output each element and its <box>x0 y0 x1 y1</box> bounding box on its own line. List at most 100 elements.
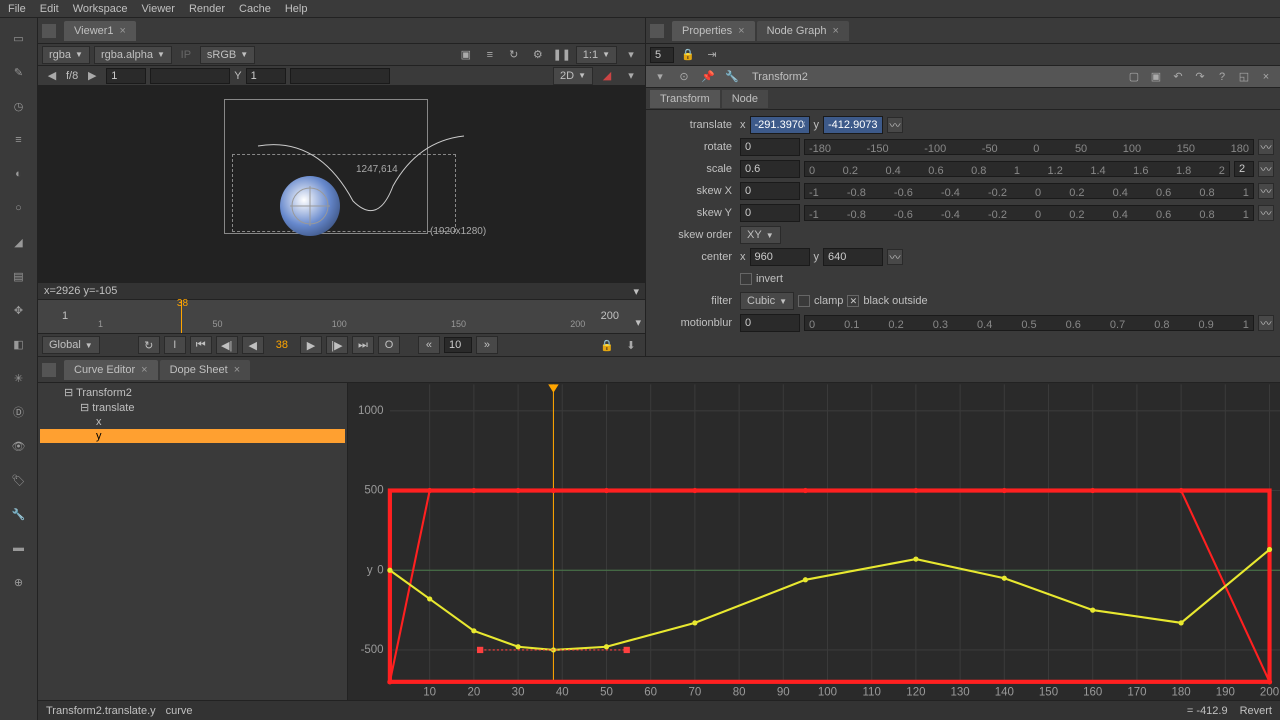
skewy-anim-button[interactable]: 〰 <box>1258 205 1274 221</box>
alpha-dropdown[interactable]: rgba.alpha▼ <box>94 46 172 64</box>
skewx-input[interactable] <box>740 182 800 200</box>
close-node-icon[interactable]: × <box>1256 68 1276 86</box>
first-frame-button[interactable]: ⏮ <box>190 336 212 354</box>
close-icon[interactable]: × <box>738 25 744 37</box>
clip-icon[interactable]: ▣ <box>456 46 476 64</box>
tree-node-y[interactable]: y <box>40 429 345 443</box>
tool-filter[interactable]: ○ <box>9 198 29 218</box>
panel-grip-icon[interactable] <box>42 363 56 377</box>
play-button[interactable]: ▶ <box>300 336 322 354</box>
colorspace-dropdown[interactable]: sRGB▼ <box>200 46 255 64</box>
viewer-mode-dropdown[interactable]: 2D▼ <box>553 67 593 85</box>
playback-mode-dropdown[interactable]: Global▼ <box>42 336 100 354</box>
tree-node-x[interactable]: x <box>40 415 345 429</box>
tool-keyer[interactable]: ◢ <box>9 232 29 252</box>
menu-workspace[interactable]: Workspace <box>73 3 128 15</box>
chevron-down-icon[interactable]: ▾ <box>621 46 641 64</box>
tab-viewer1[interactable]: Viewer1 × <box>64 21 136 41</box>
tool-channel[interactable]: ≡ <box>9 130 29 150</box>
chevron-down-icon[interactable]: ▾ <box>635 316 641 329</box>
close-icon[interactable]: × <box>141 364 147 376</box>
zoom-dropdown[interactable]: 1:1▼ <box>576 46 617 64</box>
last-frame-button[interactable]: ⏭ <box>352 336 374 354</box>
skip-back-button[interactable]: « <box>418 336 440 354</box>
menu-edit[interactable]: Edit <box>40 3 59 15</box>
motionblur-slider[interactable]: 00.10.20.30.40.50.60.70.80.91 <box>804 315 1254 331</box>
tab-nodegraph[interactable]: Node Graph × <box>757 21 849 41</box>
loop-button[interactable]: ↻ <box>138 336 160 354</box>
timeline-playhead[interactable]: 38 <box>181 300 182 333</box>
clear-icon[interactable]: ⇥ <box>702 46 722 64</box>
pause-icon[interactable]: ❚❚ <box>552 46 572 64</box>
subtab-node[interactable]: Node <box>722 90 768 108</box>
scale-anim-button[interactable]: 〰 <box>1258 161 1274 177</box>
revert-button[interactable]: Revert <box>1240 705 1272 717</box>
panel-grip-icon[interactable] <box>650 24 664 38</box>
undo-icon[interactable]: ↶ <box>1168 68 1188 86</box>
translate-anim-button[interactable]: 〰 <box>887 117 903 133</box>
menu-help[interactable]: Help <box>285 3 308 15</box>
center-x-input[interactable] <box>750 248 810 266</box>
close-icon[interactable]: × <box>833 25 839 37</box>
translate-x-input[interactable] <box>750 116 810 134</box>
skewx-slider[interactable]: -1-0.8-0.6-0.4-0.200.20.40.60.81 <box>804 183 1254 199</box>
tool-time[interactable]: ◷ <box>9 96 29 116</box>
close-icon[interactable]: × <box>120 25 126 37</box>
menu-file[interactable]: File <box>8 3 26 15</box>
rotate-slider[interactable]: -180-150-100-50050100150180 <box>804 139 1254 155</box>
in-point-button[interactable]: I <box>164 336 186 354</box>
help-icon[interactable]: ? <box>1212 68 1232 86</box>
translate-y-input[interactable] <box>823 116 883 134</box>
motionblur-input[interactable] <box>740 314 800 332</box>
subtab-transform[interactable]: Transform <box>650 90 720 108</box>
channel-dropdown[interactable]: rgba▼ <box>42 46 90 64</box>
motionblur-anim-button[interactable]: 〰 <box>1258 315 1274 331</box>
roi-icon[interactable]: ◢ <box>597 67 617 85</box>
curve-graph[interactable]: 1020304050607080901001101201301401501601… <box>348 383 1280 700</box>
tool-draw[interactable]: ✎ <box>9 62 29 82</box>
tool-color[interactable]: ◐ <box>9 164 29 184</box>
tab-dope-sheet[interactable]: Dope Sheet × <box>160 360 251 380</box>
flipbook-icon[interactable]: ⬇ <box>621 336 641 354</box>
invert-checkbox[interactable] <box>740 273 752 285</box>
chevron-down-icon[interactable]: ▾ <box>633 285 639 298</box>
menu-viewer[interactable]: Viewer <box>142 3 175 15</box>
wrench-icon[interactable]: 🔧 <box>722 68 742 86</box>
note2-icon[interactable]: ▣ <box>1146 68 1166 86</box>
panel-grip-icon[interactable] <box>42 24 56 38</box>
increment-input[interactable] <box>444 337 472 353</box>
menu-cache[interactable]: Cache <box>239 3 271 15</box>
tool-transform[interactable]: ✥ <box>9 300 29 320</box>
next-icon[interactable]: ▶ <box>82 67 102 85</box>
pin-icon[interactable]: 📌 <box>698 68 718 86</box>
tab-curve-editor[interactable]: Curve Editor × <box>64 360 158 380</box>
rotate-anim-button[interactable]: 〰 <box>1258 139 1274 155</box>
black-outside-checkbox[interactable] <box>847 295 859 307</box>
step-back-button[interactable]: ◀ <box>242 336 264 354</box>
note-icon[interactable]: ▢ <box>1124 68 1144 86</box>
lock-icon[interactable]: 🔒 <box>678 46 698 64</box>
step-forward-button[interactable]: |▶ <box>326 336 348 354</box>
close-icon[interactable]: × <box>234 364 240 376</box>
redo-icon[interactable]: ↷ <box>1190 68 1210 86</box>
skewy-slider[interactable]: -1-0.8-0.6-0.4-0.200.20.40.60.81 <box>804 205 1254 221</box>
scale-slider[interactable]: 00.20.40.60.811.21.41.61.82 <box>804 161 1230 177</box>
tool-other[interactable]: ▬ <box>9 538 29 558</box>
collapse-icon[interactable]: ▾ <box>650 68 670 86</box>
tree-node-translate[interactable]: ⊟ translate <box>40 400 345 415</box>
tool-views[interactable]: 👁 <box>9 436 29 456</box>
filter-dropdown[interactable]: Cubic▼ <box>740 292 794 310</box>
tool-image[interactable]: ▭ <box>9 28 29 48</box>
skewx-anim-button[interactable]: 〰 <box>1258 183 1274 199</box>
scale-split-input[interactable] <box>1234 161 1254 177</box>
prev-key-button[interactable]: ◀| <box>216 336 238 354</box>
tool-deep[interactable]: Ⓓ <box>9 402 29 422</box>
tool-metadata[interactable]: 🏷 <box>9 470 29 490</box>
prev-icon[interactable]: ◀ <box>42 67 62 85</box>
rotate-input[interactable] <box>740 138 800 156</box>
lock-icon[interactable]: 🔒 <box>597 336 617 354</box>
refresh-icon[interactable]: ↻ <box>504 46 524 64</box>
center-anim-button[interactable]: 〰 <box>887 249 903 265</box>
timeline-ruler[interactable]: 1 38 1 50 100 150 200 200 ▾ <box>38 300 645 334</box>
skewy-input[interactable] <box>740 204 800 222</box>
